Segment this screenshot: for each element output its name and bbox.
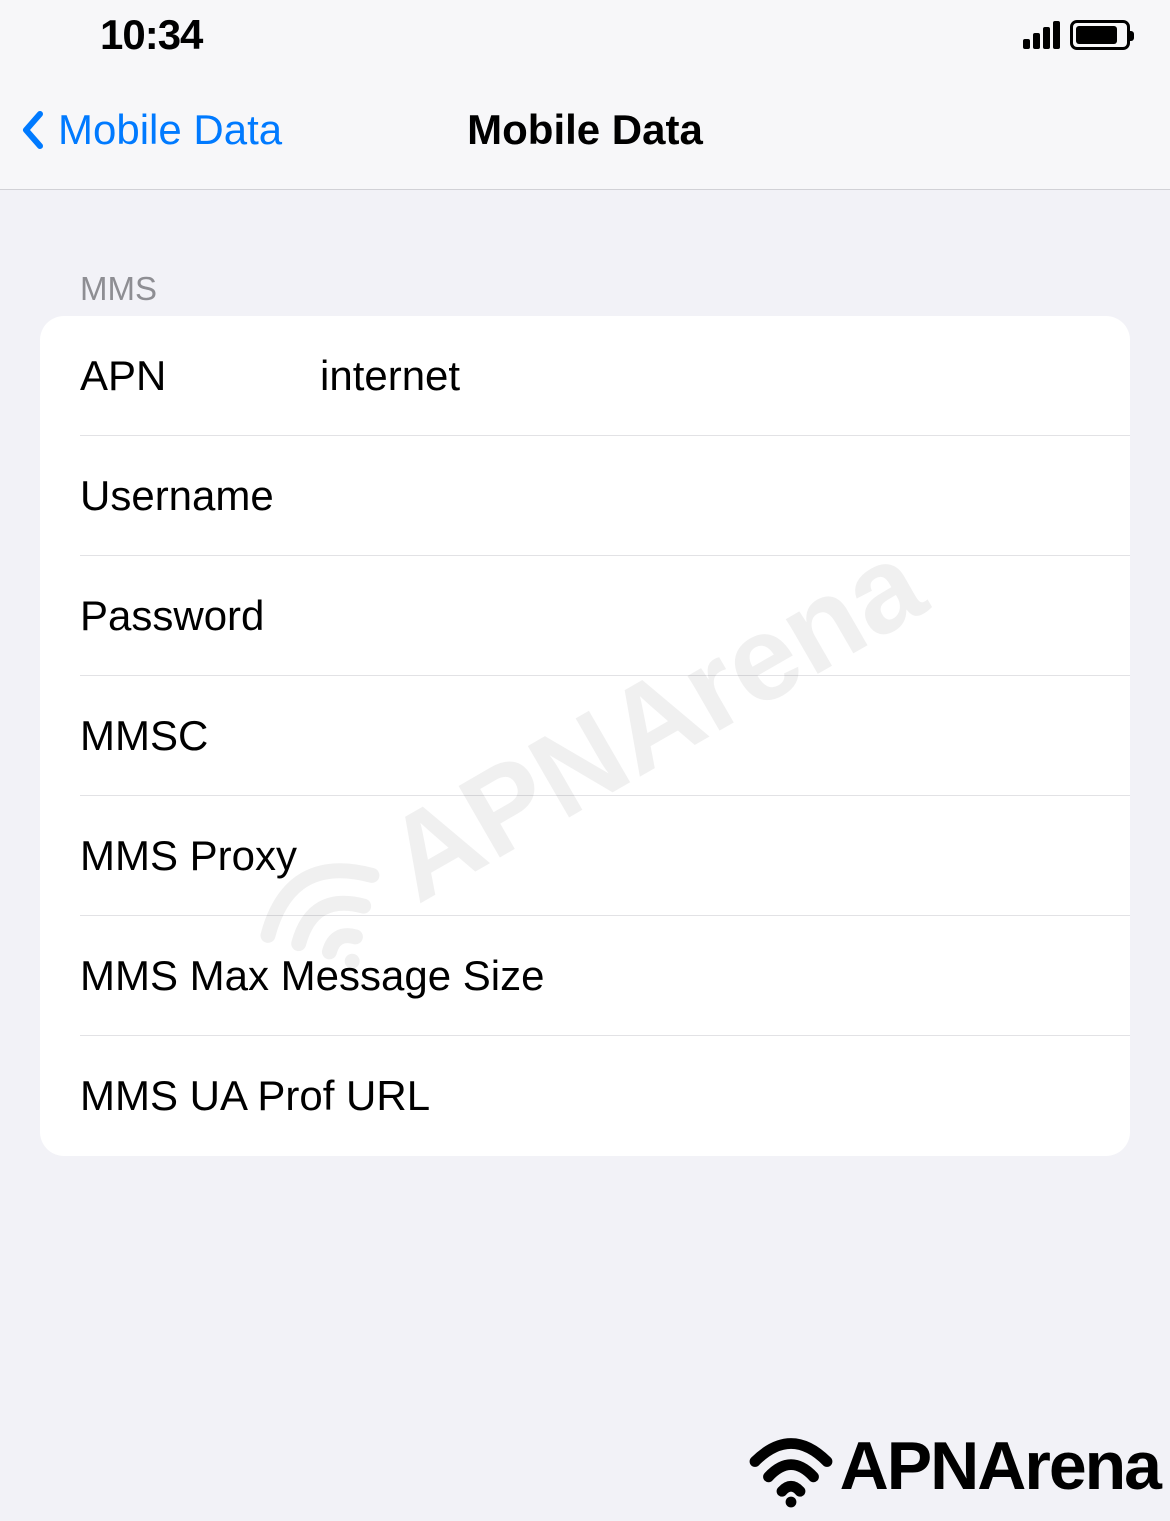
- row-mms-ua-prof-url[interactable]: MMS UA Prof URL: [40, 1036, 1130, 1156]
- section-header-mms: MMS: [0, 190, 1170, 316]
- mms-ua-prof-url-input[interactable]: [430, 1072, 1090, 1120]
- page-title: Mobile Data: [467, 106, 703, 154]
- row-mms-proxy[interactable]: MMS Proxy: [40, 796, 1130, 916]
- mms-proxy-input[interactable]: [297, 832, 1090, 880]
- apn-input[interactable]: [320, 352, 1090, 400]
- row-label: APN: [80, 352, 320, 400]
- row-password[interactable]: Password: [40, 556, 1130, 676]
- wifi-icon: [746, 1421, 836, 1511]
- navigation-bar: Mobile Data Mobile Data: [0, 70, 1170, 190]
- row-apn[interactable]: APN: [40, 316, 1130, 436]
- status-time: 10:34: [100, 11, 202, 59]
- mms-settings-card: APN Username Password MMSC MMS Proxy MMS…: [40, 316, 1130, 1156]
- row-mmsc[interactable]: MMSC: [40, 676, 1130, 796]
- row-label: Password: [80, 592, 320, 640]
- row-label: MMSC: [80, 712, 320, 760]
- back-label: Mobile Data: [58, 106, 282, 154]
- row-mms-max-message-size[interactable]: MMS Max Message Size: [40, 916, 1130, 1036]
- row-username[interactable]: Username: [40, 436, 1130, 556]
- row-label: Username: [80, 472, 320, 520]
- password-input[interactable]: [320, 592, 1090, 640]
- status-bar: 10:34: [0, 0, 1170, 70]
- footer-brand: APNArena: [746, 1421, 1160, 1511]
- username-input[interactable]: [320, 472, 1090, 520]
- status-indicators: [1023, 20, 1130, 50]
- row-label: MMS Proxy: [80, 832, 297, 880]
- mms-max-size-input[interactable]: [544, 952, 1090, 1000]
- back-button[interactable]: Mobile Data: [0, 106, 282, 154]
- mmsc-input[interactable]: [320, 712, 1090, 760]
- cellular-signal-icon: [1023, 21, 1060, 49]
- row-label: MMS Max Message Size: [80, 952, 544, 1000]
- chevron-left-icon: [20, 110, 44, 150]
- battery-icon: [1070, 20, 1130, 50]
- row-label: MMS UA Prof URL: [80, 1072, 430, 1120]
